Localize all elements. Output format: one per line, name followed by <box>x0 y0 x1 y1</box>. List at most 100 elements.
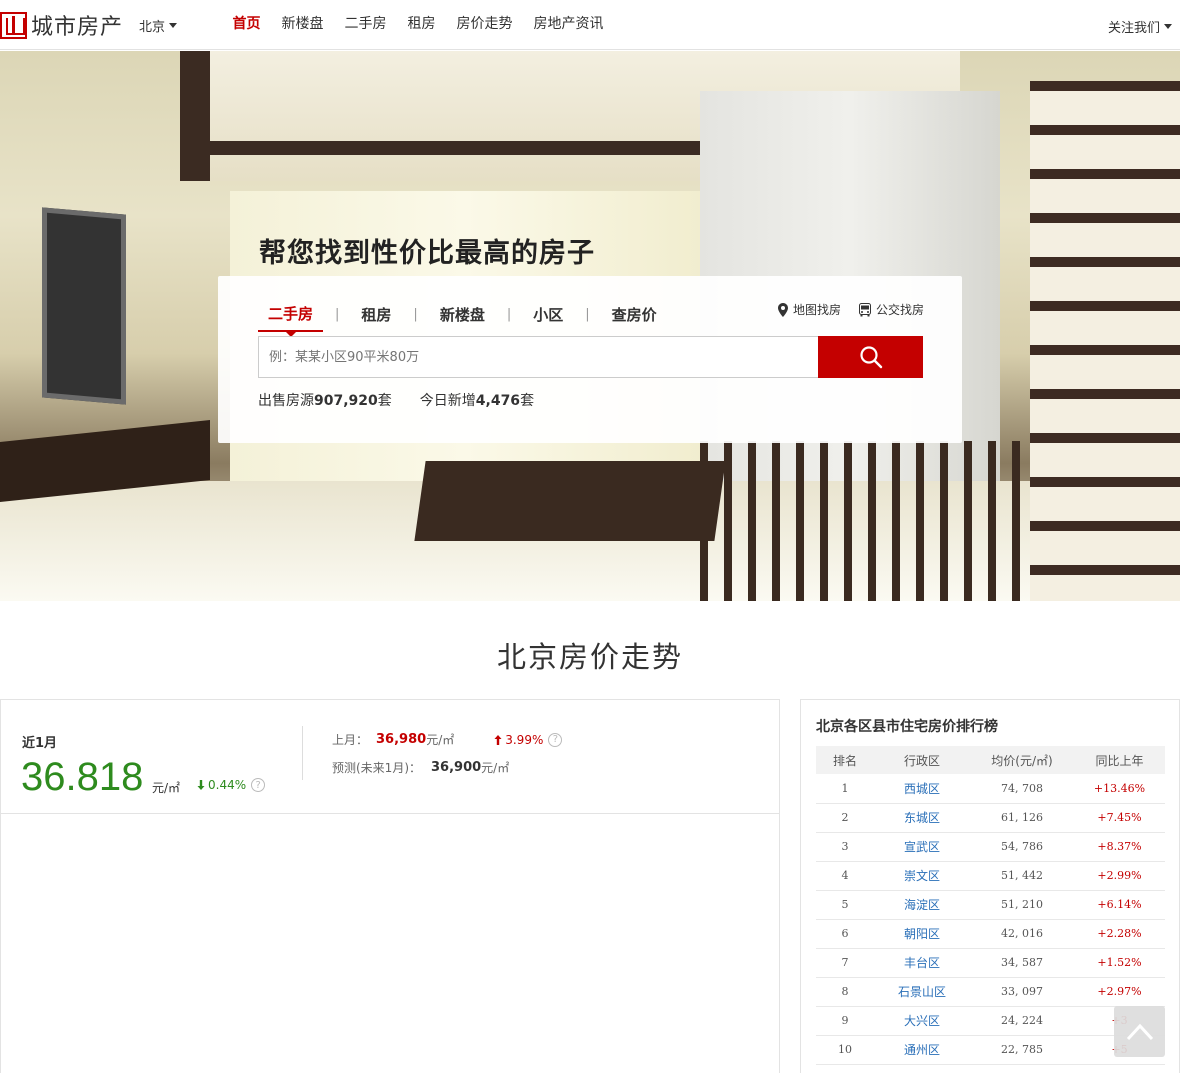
search-tabs: 二手房 | 租房 | 新楼盘 | 小区 | 查房价 <box>258 303 667 337</box>
table-row: 5 海淀区 51, 210 +6.14% <box>816 890 1165 920</box>
last-month-price: 上月： 36,980 元/㎡ 3.99% ? <box>332 731 563 748</box>
tab-separator: | <box>335 307 340 322</box>
nav-item-new-homes[interactable]: 新楼盘 <box>271 0 334 50</box>
rank-cell: 9 <box>816 1006 874 1036</box>
avg-price-cell: 51, 210 <box>970 890 1074 920</box>
summary-divider <box>302 726 303 780</box>
hero-screen-decor <box>1030 81 1180 601</box>
forecast-unit: 元/㎡ <box>481 761 510 775</box>
yoy-cell: +13.46% <box>1074 774 1165 804</box>
search-tab-rent[interactable]: 租房 <box>351 304 401 331</box>
tab-separator: | <box>413 307 418 322</box>
avg-price-cell: 51, 442 <box>970 861 1074 891</box>
today-new-count: 4,476 <box>475 393 521 409</box>
main-nav: 首页 新楼盘 二手房 租房 房价走势 房地产资讯 <box>222 0 614 50</box>
nav-item-news[interactable]: 房地产资讯 <box>523 0 614 50</box>
avg-price-cell: 42, 016 <box>970 919 1074 949</box>
hero-title: 帮您找到性价比最高的房子 <box>259 238 595 269</box>
district-link[interactable]: 石景山区 <box>874 977 970 1007</box>
header-district: 行政区 <box>874 746 970 774</box>
district-link[interactable]: 大兴区 <box>874 1006 970 1036</box>
search-icon <box>859 346 882 369</box>
for-sale-count: 907,920 <box>314 393 378 409</box>
ranking-table: 排名 行政区 均价(元/㎡) 同比上年 1 西城区 74, 708 +13.46% 2… <box>816 746 1165 1065</box>
top-header: 城市房产 北京 首页 新楼盘 二手房 租房 房价走势 房地产资讯 关注我们 <box>0 0 1180 50</box>
district-link[interactable]: 朝阳区 <box>874 919 970 949</box>
yoy-cell: +2.97% <box>1074 977 1165 1007</box>
last-month-label: 上月： <box>332 733 369 747</box>
forecast-value: 36,900 <box>431 760 482 775</box>
yoy-cell: +1.52% <box>1074 948 1165 978</box>
search-tab-community[interactable]: 小区 <box>523 304 573 331</box>
ranking-header-row: 排名 行政区 均价(元/㎡) 同比上年 <box>816 746 1165 774</box>
district-link[interactable]: 通州区 <box>874 1035 970 1065</box>
rank-cell: 3 <box>816 832 874 862</box>
average-price: 36.818 <box>21 755 144 799</box>
last-month-change-up: 3.99% ? <box>494 732 563 747</box>
back-to-top-button[interactable] <box>1114 1006 1165 1057</box>
arrow-down-icon <box>197 780 205 790</box>
caret-down-icon <box>1164 24 1172 29</box>
site-logo[interactable]: 城市房产 <box>0 9 123 41</box>
search-panel: 二手房 | 租房 | 新楼盘 | 小区 | 查房价 地图找房 公交找房 例：某某… <box>218 276 962 443</box>
hero-beam-decor <box>180 51 210 181</box>
forecast-price: 预测(未来1月)： 36,900 元/㎡ <box>332 759 509 776</box>
rank-cell: 2 <box>816 803 874 833</box>
arrow-up-icon <box>494 734 502 745</box>
price-change-down: 0.44% ? <box>197 778 266 792</box>
nav-item-price-trend[interactable]: 房价走势 <box>446 0 523 50</box>
nav-item-rent[interactable]: 租房 <box>397 0 446 50</box>
follow-us-menu[interactable]: 关注我们 <box>1108 17 1172 36</box>
district-link[interactable]: 西城区 <box>874 774 970 804</box>
for-sale-suffix: 套 <box>377 393 392 409</box>
search-tab-second-hand[interactable]: 二手房 <box>258 303 324 337</box>
bus-search-link[interactable]: 公交找房 <box>858 301 924 318</box>
search-tab-new-homes[interactable]: 新楼盘 <box>430 304 495 331</box>
forecast-label: 预测(未来1月)： <box>332 761 421 775</box>
avg-price-cell: 61, 126 <box>970 803 1074 833</box>
city-selector[interactable]: 北京 <box>139 16 178 35</box>
chevron-up-icon <box>1126 1023 1153 1040</box>
for-sale-stat: 出售房源907,920套 <box>258 390 392 410</box>
district-link[interactable]: 宣武区 <box>874 832 970 862</box>
for-sale-prefix: 出售房源 <box>258 393 314 409</box>
yoy-cell: +7.45% <box>1074 803 1165 833</box>
bus-icon <box>858 302 871 316</box>
rank-cell: 6 <box>816 919 874 949</box>
rank-cell: 1 <box>816 774 874 804</box>
search-input[interactable] <box>258 336 818 378</box>
today-new-stat: 今日新增4,476套 <box>420 390 534 410</box>
search-button[interactable] <box>818 336 923 378</box>
avg-price-cell: 34, 587 <box>970 948 1074 978</box>
rank-cell: 5 <box>816 890 874 920</box>
logo-text: 城市房产 <box>31 15 124 40</box>
ranking-title: 北京各区县市住宅房价排行榜 <box>816 719 998 735</box>
header-yoy: 同比上年 <box>1074 746 1165 774</box>
listing-stats: 出售房源907,920套 今日新增4,476套 <box>258 390 562 410</box>
map-search-link[interactable]: 地图找房 <box>777 301 841 318</box>
table-row: 4 崇文区 51, 442 +2.99% <box>816 861 1165 891</box>
avg-price-cell: 24, 224 <box>970 1006 1074 1036</box>
search-tab-price-check[interactable]: 查房价 <box>602 304 667 331</box>
district-link[interactable]: 崇文区 <box>874 861 970 891</box>
table-row: 2 东城区 61, 126 +7.45% <box>816 803 1165 833</box>
price-trend-summary: 近1月 36.818 元/㎡ 0.44% ? 上月： 36,980 元/㎡ 3.… <box>1 700 779 814</box>
district-link[interactable]: 海淀区 <box>874 890 970 920</box>
nav-item-home[interactable]: 首页 <box>222 0 271 50</box>
help-icon[interactable]: ? <box>548 732 563 747</box>
hero-banner: 帮您找到性价比最高的房子 二手房 | 租房 | 新楼盘 | 小区 | 查房价 地… <box>0 51 1180 601</box>
caret-down-icon <box>169 23 178 28</box>
last-month-value: 36,980 <box>376 732 427 747</box>
today-new-prefix: 今日新增 <box>419 393 476 409</box>
price-trend-section-title: 北京房价走势 <box>496 640 683 674</box>
rank-cell: 10 <box>816 1035 874 1065</box>
yoy-cell: +8.37% <box>1074 832 1165 862</box>
district-link[interactable]: 丰台区 <box>874 948 970 978</box>
nav-item-second-hand[interactable]: 二手房 <box>334 0 397 50</box>
help-icon[interactable]: ? <box>251 778 266 792</box>
yoy-cell: +2.99% <box>1074 861 1165 891</box>
logo-mark-icon <box>0 11 27 39</box>
district-link[interactable]: 东城区 <box>874 803 970 833</box>
follow-us-label: 关注我们 <box>1107 21 1160 36</box>
table-row: 6 朝阳区 42, 016 +2.28% <box>816 919 1165 949</box>
